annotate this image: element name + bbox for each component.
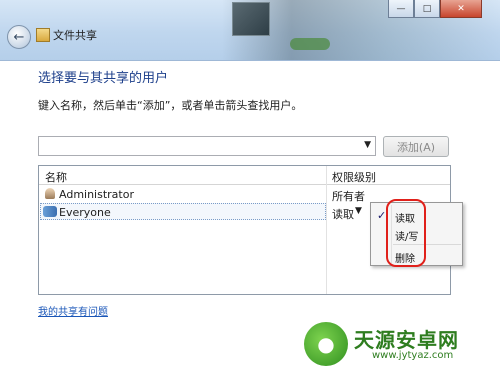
help-link[interactable]: 我的共享有问题 bbox=[38, 303, 108, 318]
table-row[interactable]: Administrator 所有者 bbox=[39, 185, 450, 203]
minimize-button[interactable]: — bbox=[388, 0, 414, 18]
permission-level: 所有者 bbox=[332, 190, 365, 203]
back-arrow-icon: ← bbox=[13, 29, 25, 45]
page-heading: 选择要与其共享的用户 bbox=[38, 71, 169, 86]
dropdown-arrow-icon[interactable]: ▼ bbox=[364, 140, 371, 150]
close-button[interactable]: ✕ bbox=[440, 0, 482, 18]
title-bar: — □ ✕ ← 文件共享 bbox=[0, 0, 500, 61]
user-icon bbox=[45, 188, 55, 199]
watermark-title: 天源安卓网 bbox=[354, 328, 459, 352]
instruction-text: 键入名称，然后单击“添加”，或者单击箭头查找用户。 bbox=[38, 99, 303, 112]
maximize-button[interactable]: □ bbox=[414, 0, 440, 18]
background-blob bbox=[290, 38, 330, 50]
user-name: Administrator bbox=[59, 188, 134, 201]
user-name-combo[interactable]: ▼ bbox=[38, 136, 376, 156]
column-header-name[interactable]: 名称 bbox=[45, 169, 67, 185]
user-name: Everyone bbox=[59, 206, 111, 219]
add-button[interactable]: 添加(A) bbox=[383, 136, 449, 157]
background-thumbnail bbox=[232, 2, 270, 36]
group-icon bbox=[43, 206, 57, 217]
sharing-folder-icon bbox=[36, 28, 50, 42]
permission-dropdown-icon[interactable]: ▼ bbox=[355, 206, 362, 216]
window-controls: — □ ✕ bbox=[388, 0, 482, 18]
android-logo-icon: ● bbox=[304, 322, 348, 366]
checkmark-icon: ✓ bbox=[377, 209, 387, 222]
permission-level[interactable]: 读取 bbox=[332, 206, 354, 222]
table-header: 名称 权限级别 bbox=[39, 166, 450, 185]
annotation-highlight bbox=[386, 199, 426, 267]
watermark: ● 天源安卓网 www.jytyaz.com bbox=[298, 320, 500, 368]
window-title: 文件共享 bbox=[53, 29, 97, 42]
column-header-permission[interactable]: 权限级别 bbox=[332, 169, 376, 185]
watermark-url: www.jytyaz.com bbox=[372, 350, 454, 361]
back-button[interactable]: ← bbox=[7, 25, 31, 49]
